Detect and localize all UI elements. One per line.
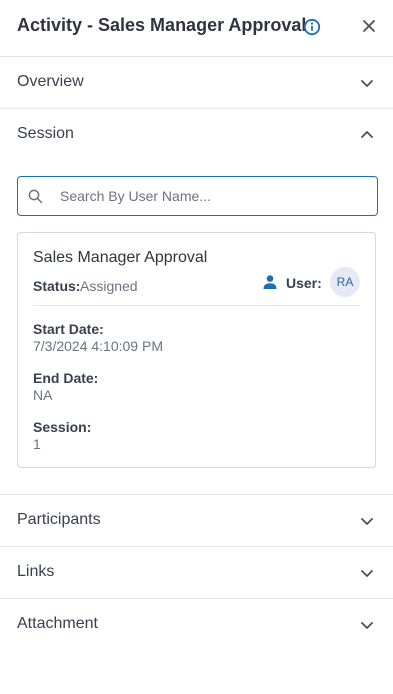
card-title: Sales Manager Approval [33, 249, 208, 266]
chevron-up-icon [361, 131, 373, 138]
status-label: Status: [33, 278, 81, 294]
session-number-label: Session: [33, 419, 92, 435]
section-session-label: Session [17, 125, 74, 142]
search-icon [28, 189, 43, 204]
card-divider [33, 305, 360, 306]
section-attachment[interactable]: Attachment [0, 599, 393, 651]
section-participants[interactable]: Participants [0, 495, 393, 547]
section-participants-label: Participants [17, 511, 101, 528]
chevron-down-icon [361, 80, 373, 87]
end-date-value: NA [33, 387, 53, 403]
search-box [17, 176, 378, 216]
section-links[interactable]: Links [0, 547, 393, 599]
start-date-value: 7/3/2024 4:10:09 PM [33, 338, 163, 354]
avatar[interactable]: RA [330, 267, 360, 297]
status-value: Assigned [80, 278, 138, 294]
section-overview-label: Overview [17, 73, 84, 90]
section-attachment-label: Attachment [17, 615, 98, 632]
panel-header: Activity - Sales Manager Approval [0, 0, 393, 57]
end-date-label: End Date: [33, 370, 99, 386]
user-label: User: [286, 275, 322, 291]
section-links-label: Links [17, 563, 55, 580]
chevron-down-icon [361, 570, 373, 577]
section-overview[interactable]: Overview [0, 57, 393, 109]
user-icon [263, 275, 277, 289]
search-input[interactable] [60, 178, 370, 214]
info-icon[interactable] [303, 18, 321, 36]
chevron-down-icon [361, 518, 373, 525]
chevron-down-icon [361, 622, 373, 629]
section-session[interactable]: Session [0, 109, 393, 161]
session-card: Sales Manager Approval Status: Assigned … [17, 232, 376, 468]
session-number-value: 1 [33, 436, 41, 452]
close-icon[interactable] [361, 18, 377, 34]
start-date-label: Start Date: [33, 321, 104, 337]
panel-title: Activity - Sales Manager Approval [17, 15, 307, 35]
